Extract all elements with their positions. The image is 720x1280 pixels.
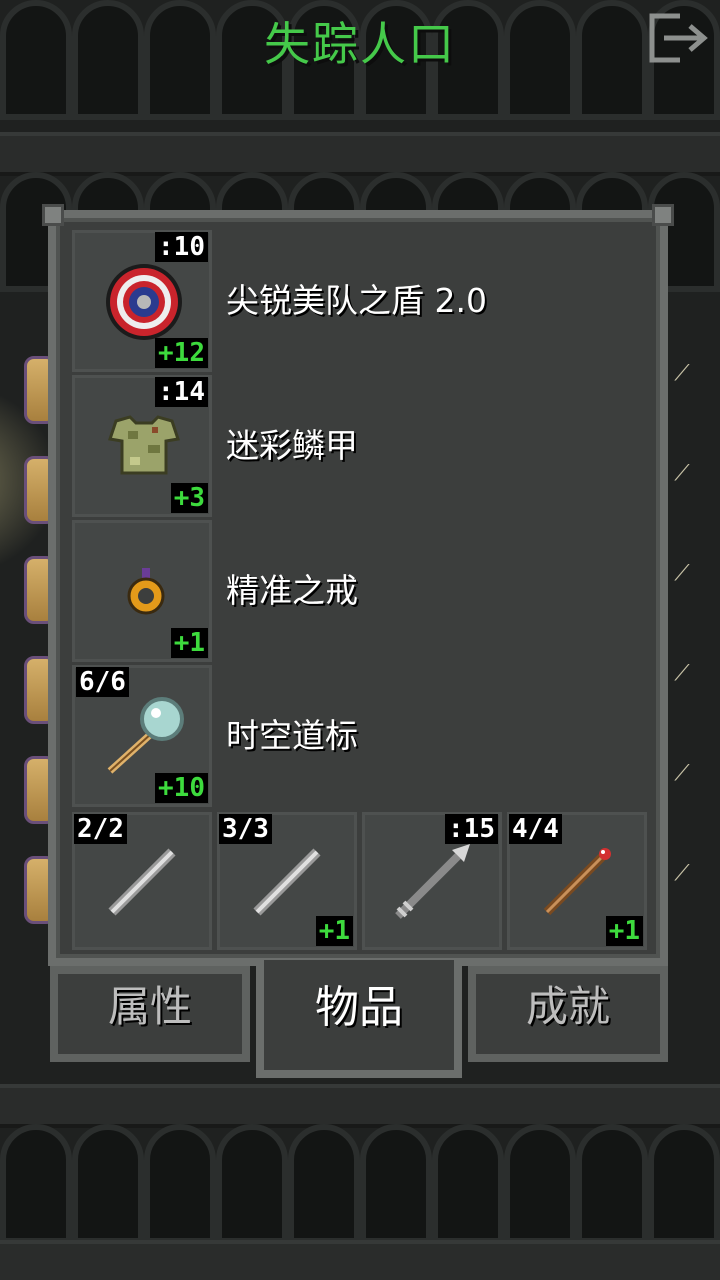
tab-stats[interactable]: 属性	[50, 966, 250, 1062]
upgrade-label: +1	[605, 916, 643, 946]
tab-items[interactable]: 物品	[256, 960, 462, 1078]
item-name: 迷彩鳞甲	[226, 426, 358, 465]
durability-label: :15	[445, 814, 498, 844]
exit-button[interactable]	[646, 10, 714, 66]
upgrade-label: +1	[315, 916, 353, 946]
item-slot[interactable]: :14 +3	[72, 375, 212, 517]
item-name: 精准之戒	[226, 571, 358, 610]
upgrade-label: +1	[170, 628, 208, 658]
quickslot[interactable]: 3/3 +1	[217, 812, 357, 950]
item-slot[interactable]: +1	[72, 520, 212, 662]
charges-label: 2/2	[74, 814, 127, 844]
item-name: 尖锐美队之盾 2.0	[226, 281, 487, 320]
durability-label: :10	[155, 232, 208, 262]
page-title: 失踪人口	[264, 17, 456, 71]
tab-label: 物品	[315, 982, 403, 1033]
charges-label: 3/3	[219, 814, 272, 844]
upgrade-label: +12	[155, 338, 208, 368]
tab-label: 成就	[525, 982, 610, 1031]
quickslot[interactable]: 4/4 +1	[507, 812, 647, 950]
panel-corner	[42, 204, 64, 226]
item-name: 时空道标	[226, 716, 358, 755]
item-slot[interactable]: :10 +12	[72, 230, 212, 372]
panel-corner	[652, 204, 674, 226]
equipment-row[interactable]: 6/6 +10 时空道标	[66, 665, 654, 807]
equipment-row[interactable]: :10 +12 尖锐美队之盾 2.0	[66, 230, 654, 372]
quickslot[interactable]: 2/2	[72, 812, 212, 950]
quickslot-bar: 2/2 3/3 +1 :15 4/4 +1	[72, 812, 648, 950]
tab-label: 属性	[107, 982, 192, 1031]
upgrade-label: +3	[170, 483, 208, 513]
charges-label: 6/6	[76, 667, 129, 697]
quickslot[interactable]: :15	[362, 812, 502, 950]
charges-label: 4/4	[509, 814, 562, 844]
equipment-row[interactable]: :14 +3 迷彩鳞甲	[66, 375, 654, 517]
item-slot[interactable]: 6/6 +10	[72, 665, 212, 807]
tab-achievements[interactable]: 成就	[468, 966, 668, 1062]
equipment-row[interactable]: +1 精准之戒	[66, 520, 654, 662]
durability-label: :14	[155, 377, 208, 407]
upgrade-label: +10	[155, 773, 208, 803]
exit-door-icon	[649, 13, 708, 63]
